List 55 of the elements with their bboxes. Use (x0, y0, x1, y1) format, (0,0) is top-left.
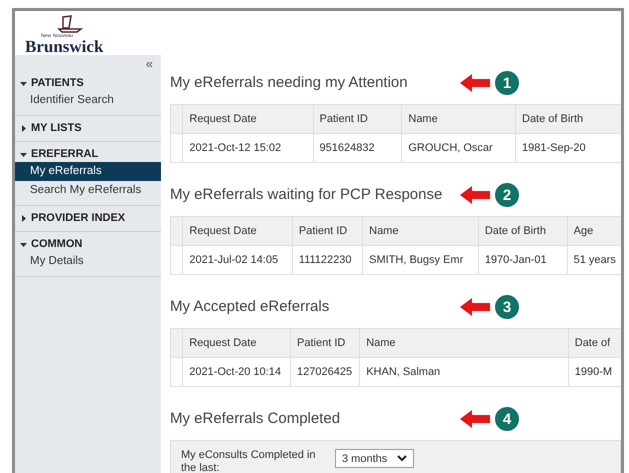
column-header[interactable]: Age (567, 216, 621, 246)
period-select[interactable]: 3 months (335, 449, 414, 468)
section-title: My eReferrals needing my Attention (170, 74, 408, 90)
sidebar-group[interactable]: EREFERRAL (15, 146, 161, 162)
section-title: My eReferrals Completed (170, 410, 340, 426)
group-label: MY LISTS (31, 122, 82, 134)
table-cell: SMITH, Bugsy Emr (362, 246, 478, 274)
section-title: My Accepted eReferrals (170, 298, 330, 314)
group-label: COMMON (31, 238, 82, 250)
table-cell: 111122230 (292, 246, 363, 274)
table-cell: KHAN, Salman (360, 358, 568, 386)
sidebar-group[interactable]: MY LISTS (15, 120, 161, 136)
sidebar-group[interactable]: PROVIDER INDEX (15, 210, 161, 226)
table-cell: 1970-Jan-01 (478, 246, 568, 274)
sidebar-group[interactable]: COMMON (15, 236, 161, 252)
arrow-icon (460, 298, 490, 316)
number-badge: 4 (495, 407, 519, 431)
sidebar-item[interactable]: My Details (15, 252, 161, 271)
sidebar-item[interactable]: My eReferrals (15, 162, 161, 181)
column-header[interactable]: Date of (568, 328, 621, 358)
collapse-button[interactable]: « (146, 57, 153, 71)
sidebar-item[interactable]: Identifier Search (15, 91, 161, 110)
sidebar-item[interactable]: Search My eReferrals (15, 181, 161, 200)
column-header[interactable]: Name (402, 104, 516, 134)
table-cell: 2021-Oct-12 15:02 (182, 134, 314, 162)
column-header[interactable]: Date of Birth (478, 216, 568, 246)
column-header[interactable]: Patient ID (290, 328, 360, 358)
logo-text: Brunswick (25, 37, 104, 57)
arrow-icon (460, 74, 490, 92)
table-cell: 2021-Jul-02 14:05 (182, 246, 292, 274)
column-header[interactable]: Request Date (182, 104, 314, 134)
number-badge: 1 (495, 71, 519, 95)
ship-icon (55, 15, 85, 33)
arrow-icon (460, 410, 490, 428)
number-badge: 3 (495, 295, 519, 319)
arrow-icon (460, 186, 490, 204)
group-label: PROVIDER INDEX (31, 212, 126, 224)
section-title: My eReferrals waiting for PCP Response (170, 186, 442, 202)
sidebar-group[interactable]: PATIENTS (15, 75, 161, 91)
table-cell: 127026425 (290, 358, 360, 386)
filter-label: My eConsults Completed in the last: (181, 449, 317, 473)
column-header[interactable]: Date of Birth (516, 104, 621, 134)
column-header[interactable]: Patient ID (313, 104, 402, 134)
column-header[interactable]: Request Date (182, 328, 291, 358)
column-header[interactable]: Request Date (182, 216, 292, 246)
column-header[interactable]: Name (362, 216, 478, 246)
column-header[interactable]: Name (360, 328, 568, 358)
group-label: PATIENTS (31, 77, 84, 89)
number-badge: 2 (495, 183, 519, 207)
table-cell: GROUCH, Oscar (402, 134, 516, 162)
table-cell: 951624832 (313, 134, 402, 162)
column-header[interactable]: Patient ID (292, 216, 363, 246)
chevron-icon (397, 455, 408, 462)
group-label: EREFERRAL (31, 148, 98, 160)
table-cell: 2021-Oct-20 10:14 (182, 358, 291, 386)
